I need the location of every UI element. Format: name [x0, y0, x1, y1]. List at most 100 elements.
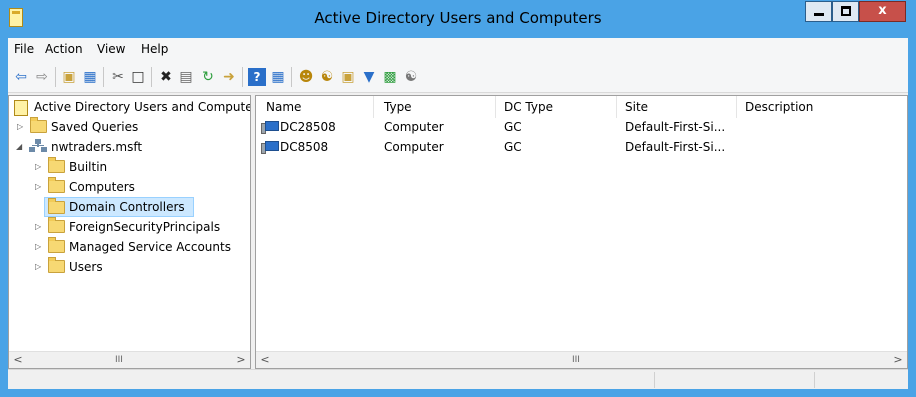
- refresh-icon[interactable]: ↻: [199, 68, 217, 86]
- tree-item-domain[interactable]: ◢ nwtraders.msft: [9, 137, 250, 157]
- window-title: Active Directory Users and Computers: [314, 9, 602, 27]
- new-ou-icon[interactable]: ▣: [339, 68, 357, 86]
- add-to-group-icon[interactable]: ▩: [381, 68, 399, 86]
- tree-item-root[interactable]: Active Directory Users and Computers [: [9, 97, 250, 117]
- column-header-description[interactable]: Description: [745, 100, 813, 114]
- status-bar: [8, 369, 908, 389]
- column-header-site[interactable]: Site: [625, 100, 648, 114]
- folder-icon: [48, 217, 65, 233]
- expand-icon[interactable]: ▷: [35, 157, 45, 177]
- new-group-icon[interactable]: ☯: [318, 68, 336, 86]
- scroll-right-button[interactable]: >: [233, 352, 249, 368]
- expand-icon[interactable]: ▷: [35, 217, 45, 237]
- client-area: File Action View Help ⇦ ⇨ ▣ ▦ ✂ □ ✖ ▤ ↻ …: [8, 38, 908, 389]
- expand-icon[interactable]: ▷: [35, 237, 45, 257]
- details-list[interactable]: Name Type DC Type Site Description DC285…: [255, 95, 908, 369]
- column-header-dc-type[interactable]: DC Type: [504, 100, 553, 114]
- tree-item-saved-queries[interactable]: ▷ Saved Queries: [9, 117, 250, 137]
- cell-type: Computer: [384, 140, 444, 154]
- properties-icon[interactable]: ▤: [177, 68, 195, 86]
- toolbar-separator: [291, 67, 292, 87]
- column-divider[interactable]: [736, 96, 737, 118]
- tree-item-label: Saved Queries: [51, 120, 139, 134]
- table-row[interactable]: DC8508 Computer GC Default-First-Si...: [256, 137, 907, 157]
- menu-view[interactable]: View: [97, 42, 125, 56]
- tree-item-computers[interactable]: ▷ Computers: [9, 177, 250, 197]
- expand-icon[interactable]: ▷: [17, 117, 27, 137]
- new-user-icon[interactable]: ☻: [297, 68, 315, 86]
- collapse-icon[interactable]: ◢: [16, 137, 26, 157]
- scroll-thumb-grip[interactable]: III: [115, 352, 123, 368]
- view-icon[interactable]: ▦: [269, 68, 287, 86]
- maximize-button[interactable]: [832, 1, 859, 22]
- list-header: Name Type DC Type Site Description: [256, 96, 907, 118]
- status-pane-divider: [814, 372, 815, 388]
- find-icon[interactable]: ☯: [402, 68, 420, 86]
- filter-icon[interactable]: ▼: [360, 68, 378, 86]
- menu-action[interactable]: Action: [45, 42, 83, 56]
- tree-item-label: Builtin: [69, 160, 108, 174]
- scroll-right-button[interactable]: >: [890, 352, 906, 368]
- delete-icon[interactable]: ✖: [157, 68, 175, 86]
- domain-icon: [29, 139, 47, 155]
- column-divider[interactable]: [373, 96, 374, 118]
- console-tree[interactable]: Active Directory Users and Computers [ ▷…: [8, 95, 251, 369]
- column-divider[interactable]: [495, 96, 496, 118]
- maximize-icon: [841, 6, 851, 16]
- tree-item-domain-controllers[interactable]: Domain Controllers: [44, 197, 194, 217]
- title-bar[interactable]: Active Directory Users and Computers x: [0, 0, 916, 38]
- folder-icon: [48, 257, 65, 273]
- table-row[interactable]: DC28508 Computer GC Default-First-Si...: [256, 117, 907, 137]
- show-console-tree-icon[interactable]: ▦: [81, 68, 99, 86]
- cell-site: Default-First-Si...: [625, 120, 726, 134]
- scroll-left-button[interactable]: <: [257, 352, 273, 368]
- menu-help[interactable]: Help: [141, 42, 168, 56]
- list-horizontal-scrollbar[interactable]: < III >: [256, 351, 907, 368]
- up-folder-icon[interactable]: ▣: [60, 68, 78, 86]
- toolbar-separator: [55, 67, 56, 87]
- folder-icon: [48, 177, 65, 193]
- forward-arrow-icon[interactable]: ⇨: [33, 68, 51, 86]
- copy-icon[interactable]: □: [129, 68, 147, 86]
- computer-icon: [261, 140, 279, 154]
- minimize-button[interactable]: [805, 1, 832, 22]
- status-pane-divider: [654, 372, 655, 388]
- tree-item-label: ForeignSecurityPrincipals: [69, 220, 221, 234]
- tree-item-foreign-security-principals[interactable]: ▷ ForeignSecurityPrincipals: [9, 217, 250, 237]
- export-list-icon[interactable]: ➜: [220, 68, 238, 86]
- column-header-type[interactable]: Type: [384, 100, 412, 114]
- computer-icon: [261, 120, 279, 134]
- tree-item-builtin[interactable]: ▷ Builtin: [9, 157, 250, 177]
- scroll-thumb-grip[interactable]: III: [572, 352, 580, 368]
- toolbar-separator: [151, 67, 152, 87]
- toolbar: ⇦ ⇨ ▣ ▦ ✂ □ ✖ ▤ ↻ ➜ ? ▦ ☻ ☯ ▣ ▼ ▩ ☯: [8, 60, 908, 93]
- tree-horizontal-scrollbar[interactable]: < III >: [9, 351, 250, 368]
- expand-icon[interactable]: ▷: [35, 177, 45, 197]
- column-divider[interactable]: [616, 96, 617, 118]
- minimize-icon: [814, 13, 824, 16]
- menu-file[interactable]: File: [14, 42, 34, 56]
- console-root-icon: [14, 100, 28, 116]
- expand-icon[interactable]: ▷: [35, 257, 45, 277]
- scroll-left-button[interactable]: <: [10, 352, 26, 368]
- tree-item-label: Active Directory Users and Computers [: [34, 100, 251, 114]
- folder-icon: [48, 237, 65, 253]
- column-header-name[interactable]: Name: [266, 100, 301, 114]
- folder-icon: [48, 157, 65, 173]
- cell-name: DC8508: [280, 140, 329, 154]
- tree-item-label: Managed Service Accounts: [69, 240, 231, 254]
- help-icon[interactable]: ?: [248, 68, 266, 86]
- cut-icon[interactable]: ✂: [109, 68, 127, 86]
- cell-dc-type: GC: [504, 120, 522, 134]
- cell-site: Default-First-Si...: [625, 140, 726, 154]
- ou-folder-icon: [48, 198, 65, 214]
- tree-item-managed-service-accounts[interactable]: ▷ Managed Service Accounts: [9, 237, 250, 257]
- back-arrow-icon[interactable]: ⇦: [12, 68, 30, 86]
- tree-item-label: Domain Controllers: [69, 200, 185, 214]
- tree-item-users[interactable]: ▷ Users: [9, 257, 250, 277]
- close-button[interactable]: x: [859, 1, 906, 22]
- close-icon: x: [878, 3, 887, 18]
- folder-icon: [30, 117, 47, 133]
- cell-name: DC28508: [280, 120, 336, 134]
- menu-bar: File Action View Help: [8, 38, 908, 60]
